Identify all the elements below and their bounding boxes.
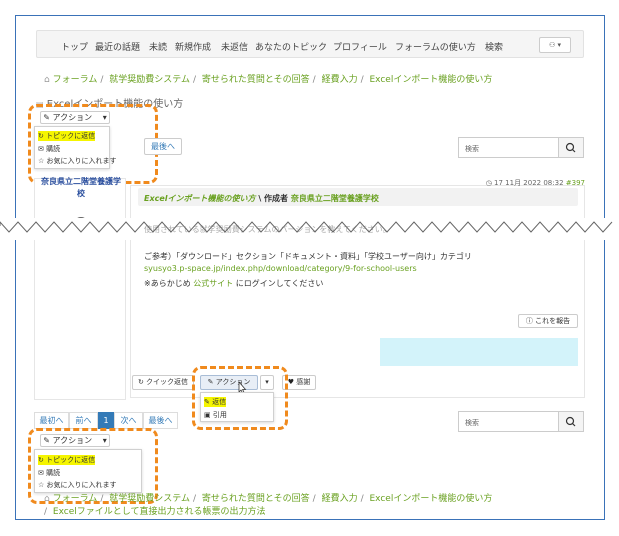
thanks-area xyxy=(380,338,578,366)
nav-unread[interactable]: 未読 xyxy=(149,40,167,53)
nav-my-topics[interactable]: あなたのトピック xyxy=(255,40,327,53)
post-permalink[interactable]: #397 xyxy=(566,179,585,187)
nav-new[interactable]: 新規作成 xyxy=(175,40,211,53)
crumb-topic[interactable]: Excelインポート機能の使い方 xyxy=(370,75,493,85)
home-icon: ⌂ xyxy=(44,75,50,85)
callout-highlight-top xyxy=(28,104,158,184)
pager-last[interactable]: 最後へ xyxy=(143,412,178,429)
post-body-line3: ※あらかじめ 公式サイト にログインしてください xyxy=(144,279,324,288)
crumb-forum[interactable]: フォーラム xyxy=(53,494,98,504)
pager-next[interactable]: 次へ xyxy=(114,412,143,429)
pager-last-top[interactable]: 最後へ xyxy=(144,138,182,155)
crumb-system[interactable]: 就学奨励費システム xyxy=(109,75,190,85)
crumb-topic[interactable]: Excelインポート機能の使い方 xyxy=(370,494,493,504)
clock-icon: ◷ xyxy=(485,179,492,187)
breadcrumb-bottom: ⌂ フォーラム / 就学奨励費システム / 寄せられた質問とその回答 / 経費入力 / … xyxy=(44,494,493,517)
pager-first[interactable]: 最初へ xyxy=(34,412,69,429)
breadcrumb: ⌂ フォーラム / 就学奨励費システム / 寄せられた質問とその回答 / 経費入力 / … xyxy=(44,75,493,85)
nav-unreplied[interactable]: 未返信 xyxy=(221,40,248,53)
nav-profile[interactable]: プロフィール xyxy=(333,40,387,53)
callout-highlight-post xyxy=(192,366,288,430)
post-body-line2: ご参考）「ダウンロード」セクション「ドキュメント・資料」「学校ユーザー向け」カテ… xyxy=(144,252,472,261)
post-title-link[interactable]: Excelインポート機能の使い方 xyxy=(144,194,256,203)
search-input[interactable]: 検索 xyxy=(465,144,479,154)
quick-reply-button[interactable]: ↻ クイック返信 xyxy=(132,375,194,390)
nav-recent[interactable]: 最近の話題 xyxy=(95,40,140,53)
crumb-faq[interactable]: 寄せられた質問とその回答 xyxy=(202,75,310,85)
post-body-line1: 使用されている就学奨励費システムのバージョンを教えてください。 xyxy=(144,225,391,234)
crumb-forum[interactable]: フォーラム xyxy=(53,75,98,85)
search-box-top[interactable]: 検索 xyxy=(458,137,584,158)
download-link[interactable]: syusyo3.p-space.jp/index.php/download/ca… xyxy=(144,264,417,273)
pager-current[interactable]: 1 xyxy=(98,412,114,429)
author-name[interactable]: 奈良県立二階堂養護学校 xyxy=(38,176,124,200)
search-icon xyxy=(565,142,576,153)
pager-prev[interactable]: 前へ xyxy=(69,412,98,429)
post-author-link[interactable]: 奈良県立二階堂養護学校 xyxy=(291,194,379,203)
search-icon xyxy=(565,416,576,427)
post-title: Excelインポート機能の使い方 \ 作成者 奈良県立二階堂養護学校 xyxy=(144,194,379,203)
search-button[interactable] xyxy=(558,412,583,431)
home-icon: ⌂ xyxy=(44,494,50,504)
report-button[interactable]: ⓘ これを報告 xyxy=(518,314,578,328)
search-input[interactable]: 検索 xyxy=(465,418,479,428)
reply-icon: ↻ xyxy=(137,378,144,386)
post-meta: ◷ 17 11月 2022 08:32 #397 xyxy=(485,179,585,187)
official-site-link[interactable]: 公式サイト xyxy=(193,279,233,288)
crumb-system[interactable]: 就学奨励費システム xyxy=(109,494,190,504)
user-menu-button[interactable]: ⚇ ▾ xyxy=(539,37,571,53)
crumb-expense[interactable]: 経費入力 xyxy=(322,494,358,504)
info-icon: ⓘ xyxy=(525,317,533,325)
crumb-faq[interactable]: 寄せられた質問とその回答 xyxy=(202,494,310,504)
nav-top[interactable]: トップ xyxy=(61,40,88,53)
nav-howto[interactable]: フォーラムの使い方 xyxy=(395,40,476,53)
search-button[interactable] xyxy=(558,138,583,157)
crumb-expense[interactable]: 経費入力 xyxy=(322,75,358,85)
heart-icon: ♥ xyxy=(287,378,295,386)
top-navbar: トップ 最近の話題 未読 新規作成 未返信 あなたのトピック プロフィール フォ… xyxy=(36,30,584,58)
author-column xyxy=(34,178,126,400)
crumb-next-topic[interactable]: Excelファイルとして直接出力される帳票の出力方法 xyxy=(53,507,266,517)
user-icon: ⚇ xyxy=(548,41,556,49)
search-box-bottom[interactable]: 検索 xyxy=(458,411,584,432)
nav-search[interactable]: 検索 xyxy=(485,40,503,53)
